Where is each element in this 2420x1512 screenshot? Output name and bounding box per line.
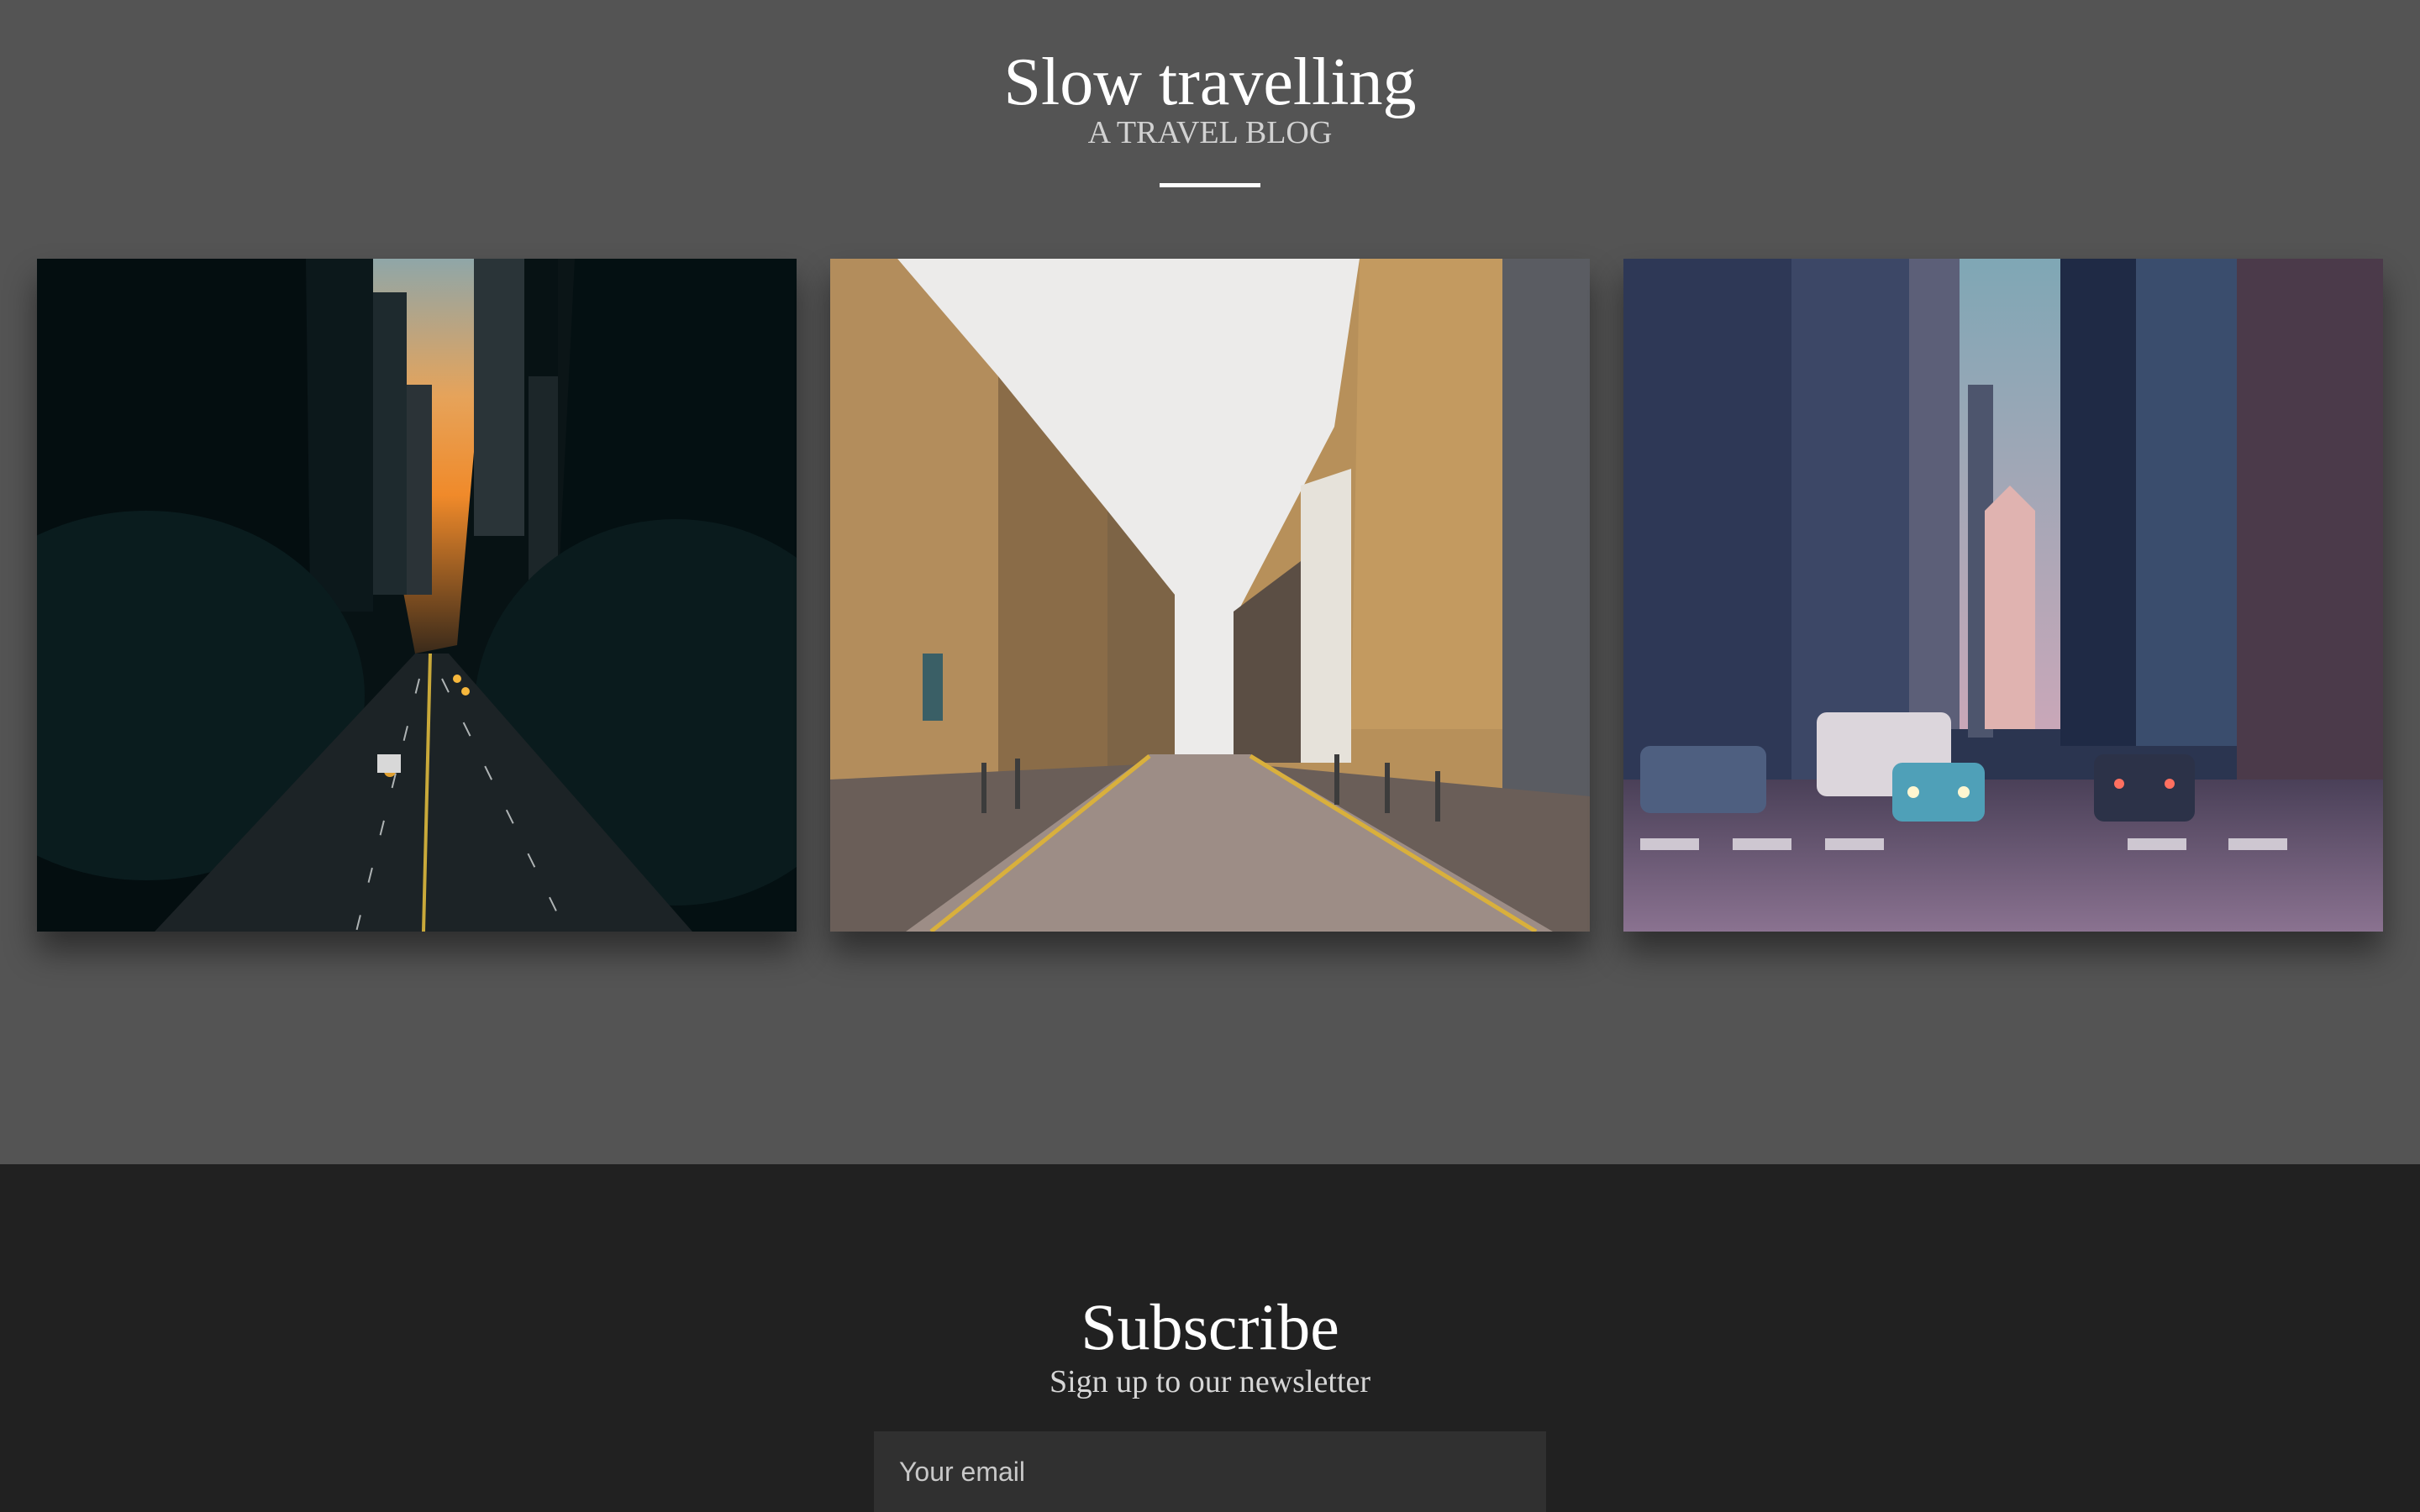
site-title: Slow travelling (1003, 45, 1417, 119)
gallery-photo-2[interactable] (830, 259, 1590, 932)
photo-2-image (830, 259, 1590, 932)
subscribe-section: Subscribe Sign up to our newsletter (0, 1164, 2420, 1512)
site-header: Slow travelling A TRAVEL BLOG (0, 0, 2420, 1164)
email-input[interactable] (874, 1431, 1546, 1512)
photo-1-image (37, 259, 797, 932)
gallery-photo-3[interactable] (1623, 259, 2383, 932)
title-divider (1160, 183, 1260, 187)
photo-3-image (1623, 259, 2383, 932)
subscribe-subtitle: Sign up to our newsletter (1049, 1364, 1371, 1399)
gallery-photo-1[interactable] (37, 259, 797, 932)
site-subtitle: A TRAVEL BLOG (1087, 115, 1333, 150)
subscribe-title: Subscribe (1081, 1290, 1339, 1363)
